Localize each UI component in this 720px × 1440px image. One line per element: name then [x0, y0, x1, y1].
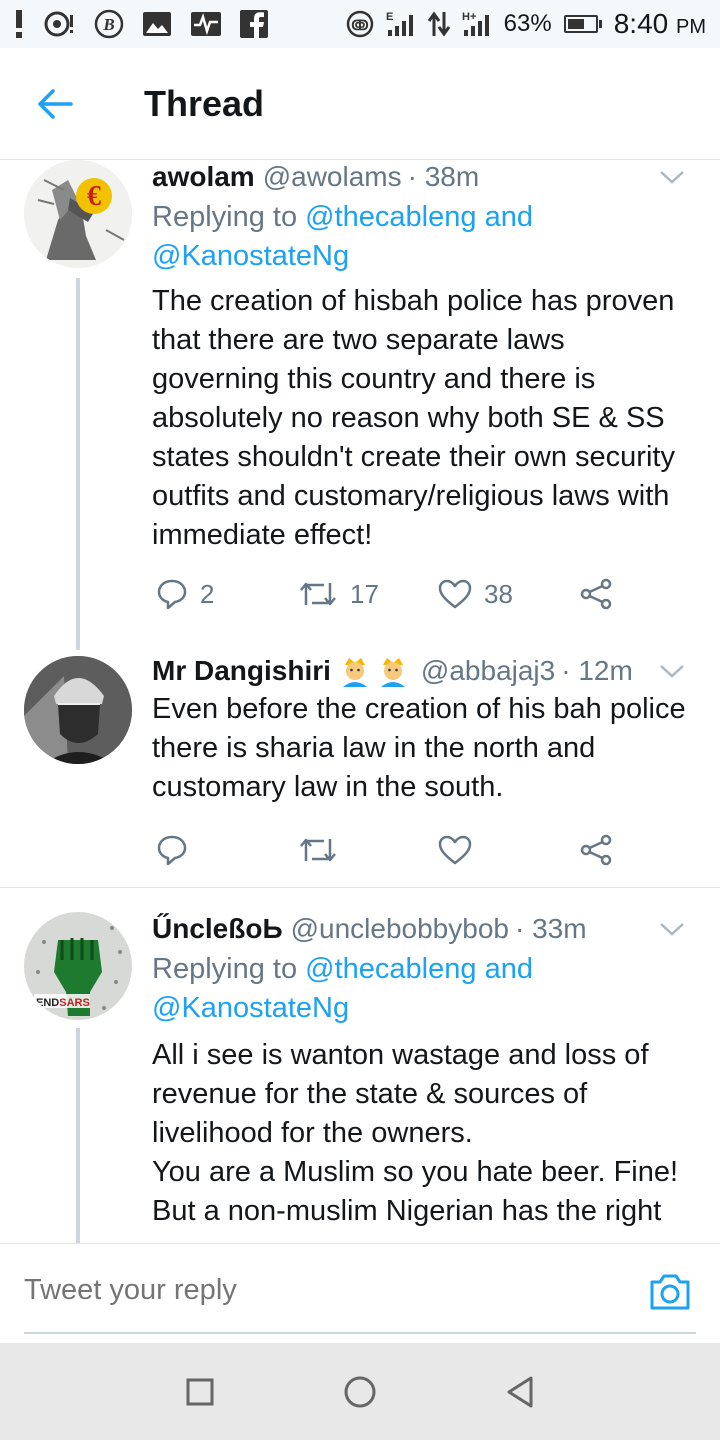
reply-icon — [157, 579, 187, 610]
tweet-meta: Mr Dangishiri @abbajaj3 · 12m — [152, 654, 692, 688]
notification-icon — [42, 9, 76, 39]
tweet-time: · 38m — [407, 161, 480, 192]
avatar[interactable] — [24, 656, 132, 764]
square-icon — [186, 1378, 214, 1405]
mention-link[interactable]: @thecableng — [305, 953, 476, 985]
tweet-actions: 2 17 38 — [152, 574, 632, 614]
tweet-mr-dangishiri[interactable]: Mr Dangishiri @abbajaj3 · 12m Even befor… — [0, 650, 720, 888]
svg-text:€: € — [87, 181, 101, 212]
avatar-text: ENDSARS — [36, 997, 90, 1009]
signal-e-icon: E — [386, 9, 416, 39]
like-button[interactable] — [438, 835, 472, 865]
chevron-down-icon — [660, 665, 684, 678]
retweet-count: 17 — [350, 578, 379, 609]
tweet-time: · 33m — [514, 913, 587, 944]
status-bar: B ↂ E H+ 63% 8:40 PM — [0, 0, 720, 48]
facebook-icon — [240, 9, 268, 39]
home-button[interactable] — [330, 1362, 390, 1422]
reply-button[interactable]: 2 — [156, 578, 214, 610]
reply-icon — [157, 835, 187, 866]
avatar[interactable]: ENDSARS — [24, 912, 132, 1020]
retweet-icon — [300, 838, 336, 862]
camera-icon — [650, 1274, 690, 1310]
replying-to: Replying to @thecableng and @KanostateNg — [152, 201, 533, 272]
thread-line — [76, 278, 80, 650]
reply-bar — [0, 1243, 720, 1343]
mention-link[interactable]: @KanostateNg — [152, 240, 349, 272]
sim1-label: E — [386, 11, 393, 23]
back-nav-button[interactable] — [490, 1362, 550, 1422]
tweet-unclebob[interactable]: ENDSARS ŰncleßoЬ @unclebobbybob · 33m Re… — [0, 888, 720, 1243]
hotspot-icon: ↂ — [346, 9, 374, 39]
recents-button[interactable] — [170, 1362, 230, 1422]
chevron-down-icon — [660, 171, 684, 184]
author-name[interactable]: Mr Dangishiri — [152, 654, 331, 688]
share-icon — [580, 834, 612, 866]
chevron-down-icon — [660, 923, 684, 936]
tweet-menu-button[interactable] — [652, 654, 692, 688]
tweet-meta: awolam @awolams · 38m — [152, 160, 692, 194]
mention-link[interactable]: @thecableng — [305, 201, 476, 233]
page-title: Thread — [144, 82, 265, 124]
heart-icon — [438, 579, 472, 609]
alert-icon — [14, 9, 24, 39]
tweet-menu-button[interactable] — [652, 912, 692, 946]
avatar[interactable]: € — [24, 160, 132, 268]
author-handle: @awolams — [262, 161, 402, 192]
image-icon — [142, 9, 172, 39]
clock: 8:40 PM — [613, 8, 706, 39]
replying-to: Replying to @thecableng and @KanostateNg — [152, 953, 533, 1024]
b-icon: B — [94, 9, 124, 39]
signal-h-icon: H+ — [462, 9, 492, 39]
tweet-awolam[interactable]: € awolam @awolams · 38m Replying to @the… — [0, 160, 720, 650]
thread-list[interactable]: € awolam @awolams · 38m Replying to @the… — [0, 160, 720, 1243]
android-nav-bar — [0, 1343, 720, 1440]
data-arrows-icon — [427, 9, 450, 39]
triangle-back-icon — [507, 1376, 533, 1407]
like-count: 38 — [484, 578, 513, 609]
tweet-time: · 12m — [561, 655, 633, 686]
camera-button[interactable] — [648, 1272, 696, 1316]
tweet-menu-button[interactable] — [652, 160, 692, 194]
tweet-meta: ŰncleßoЬ @unclebobbybob · 33m — [152, 912, 692, 946]
author-name[interactable]: ŰncleßoЬ — [152, 912, 283, 946]
tweet-actions — [152, 830, 632, 870]
reply-count: 2 — [200, 578, 215, 609]
retweet-icon — [300, 582, 336, 606]
retweet-button[interactable]: 17 — [298, 579, 379, 610]
share-button[interactable] — [580, 578, 612, 610]
author-name[interactable]: awolam — [152, 160, 255, 194]
thread-line — [76, 1028, 80, 1243]
like-button[interactable]: 38 — [438, 579, 513, 610]
heart-icon — [438, 835, 472, 865]
author-handle: @abbajaj3 — [420, 655, 556, 686]
reply-underline — [24, 1332, 696, 1334]
reply-input[interactable] — [24, 1274, 584, 1307]
pulse-icon — [190, 9, 222, 39]
battery-percent: 63% — [503, 10, 552, 37]
back-button[interactable] — [0, 48, 110, 160]
svg-text:ↂ: ↂ — [351, 17, 368, 33]
svg-text:B: B — [102, 15, 114, 34]
reply-button[interactable] — [156, 834, 188, 866]
mention-link[interactable]: @KanostateNg — [152, 992, 349, 1024]
share-icon — [580, 578, 612, 610]
share-button[interactable] — [580, 834, 612, 866]
tweet-text: The creation of hisbah police has proven… — [152, 285, 675, 551]
circle-icon — [344, 1376, 376, 1407]
back-arrow-icon — [38, 88, 73, 119]
svg-text:H+: H+ — [462, 11, 476, 23]
tweet-text: Even before the creation of his bah poli… — [152, 693, 686, 803]
author-emoji — [339, 655, 409, 687]
header: Thread — [0, 48, 720, 160]
battery-icon — [563, 15, 602, 33]
tweet-text: All i see is wanton wastage and loss of … — [152, 1039, 679, 1227]
author-handle: @unclebobbybob — [290, 913, 509, 944]
retweet-button[interactable] — [298, 835, 338, 865]
